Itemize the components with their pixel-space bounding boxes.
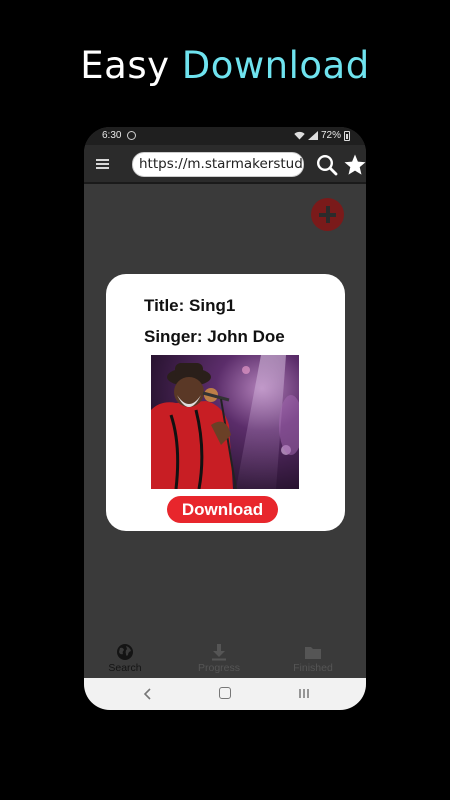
headline-word-download: Download [181,44,370,87]
download-arrow-icon [212,644,226,661]
status-bar: 6:30 72% [84,127,366,145]
star-icon[interactable] [343,153,366,177]
download-button[interactable]: Download [167,496,278,523]
notification-icon [127,131,136,140]
signal-icon [307,131,318,140]
nav-progress-label: Progress [197,662,240,674]
promo-headline: Easy Download [0,44,450,87]
bottom-navigation: Search Progress Finished [84,637,366,679]
home-icon[interactable] [219,687,231,699]
phone-frame: 6:30 72% https://m.starmakerstudios.com … [84,127,366,710]
system-navigation-bar [84,678,366,710]
browser-toolbar: https://m.starmakerstudios.com [84,145,366,184]
status-time: 6:30 [102,130,122,141]
nav-search-label: Search [108,662,142,674]
singer-photo [151,355,299,489]
search-icon[interactable] [316,154,338,176]
nav-tab-progress[interactable]: Progress [179,637,259,674]
battery-percent: 72% [320,130,341,141]
song-dialog: Title: Sing1 Singer: John Doe Download [106,274,345,531]
recent-apps-icon[interactable] [298,688,310,699]
folder-icon [305,647,321,659]
menu-icon[interactable] [96,159,109,169]
url-input[interactable]: https://m.starmakerstudios.com [132,152,304,177]
battery-icon [344,130,350,141]
status-indicators: 72% [294,130,350,141]
nav-tab-finished[interactable]: Finished [273,637,353,674]
headline-word-easy: Easy [80,44,170,87]
nav-tab-search[interactable]: Search [85,637,165,674]
add-button[interactable] [311,198,344,231]
globe-icon [117,644,133,660]
nav-finished-label: Finished [293,662,333,674]
song-title: Title: Sing1 [144,296,236,315]
wifi-icon [294,131,305,140]
back-icon[interactable] [141,687,155,701]
song-singer: Singer: John Doe [144,327,285,346]
